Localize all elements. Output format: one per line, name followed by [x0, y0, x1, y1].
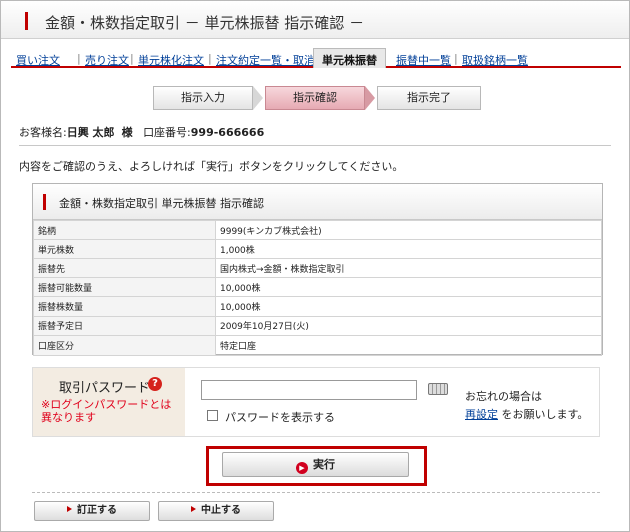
instruction-detail-panel: 金額・株数指定取引 単元株振替 指示確認 銘柄 9999(キンカブ株式会社) 単元… — [32, 183, 603, 356]
account-number: 999-666666 — [190, 126, 265, 139]
detail-table: 銘柄 9999(キンカブ株式会社) 単元株数 1,000株 振替先 国内株式→金額・株… — [33, 220, 602, 356]
navigation-tabs: 買い注文 | 売り注文 | 単元株化注文 | 注文約定一覧・取消 単元株振替 振… — [11, 48, 621, 68]
tab-handled-stocks[interactable]: 取扱銘柄一覧 — [462, 52, 528, 68]
step-complete: 指示完了 — [377, 86, 481, 110]
tab-transfer-list[interactable]: 振替中一覧 — [396, 52, 451, 68]
header-accent-bar — [25, 12, 28, 30]
trading-password-panel: 取引パスワード ? ※ログインパスワードとは異なります パスワードを表示する お… — [32, 367, 600, 437]
table-row: 振替可能数量 10,000株 — [33, 277, 602, 297]
correct-button-label: 訂正する — [77, 505, 117, 516]
password-title: 取引パスワード — [59, 381, 151, 396]
execute-button[interactable]: ▶ 実行 — [222, 452, 409, 477]
help-icon[interactable]: ? — [148, 377, 162, 391]
show-password-label: パスワードを表示する — [225, 411, 335, 424]
arrow-right-icon — [191, 506, 196, 512]
customer-honorific: 様 — [121, 126, 133, 139]
customer-info: お客様名:日興 太郎 様 口座番号:999-666666 — [19, 124, 264, 140]
correct-button[interactable]: 訂正する — [34, 501, 150, 521]
password-label-cell: 取引パスワード ? ※ログインパスワードとは異なります — [33, 368, 185, 436]
tab-separator: | — [454, 52, 458, 65]
page-header: 金額・株数指定取引 － 単元株振替 指示確認 － — [1, 1, 629, 39]
account-number-label: 口座番号: — [143, 126, 191, 139]
customer-name-label: お客様名: — [19, 126, 67, 139]
table-row: 口座区分 特定口座 — [33, 335, 602, 356]
divider — [19, 145, 611, 146]
tab-separator: | — [77, 52, 81, 65]
confirmation-instruction: 内容をご確認のうえ、よろしければ「実行」ボタンをクリックしてください。 — [19, 160, 404, 173]
step-input: 指示入力 — [153, 86, 263, 110]
table-row: 振替株数量 10,000株 — [33, 296, 602, 317]
step-confirm: 指示確認 — [265, 86, 375, 110]
tab-separator: | — [130, 52, 134, 65]
detail-accent-bar — [43, 194, 46, 210]
cancel-button-label: 中止する — [201, 505, 241, 516]
detail-header: 金額・株数指定取引 単元株振替 指示確認 — [33, 184, 602, 220]
table-row: 単元株数 1,000株 — [33, 239, 602, 259]
detail-title: 金額・株数指定取引 単元株振替 指示確認 — [59, 197, 264, 210]
table-row: 銘柄 9999(キンカブ株式会社) — [33, 220, 602, 240]
table-row: 振替先 国内株式→金額・株数指定取引 — [33, 258, 602, 278]
play-icon: ▶ — [296, 462, 308, 474]
reset-password-link[interactable]: 再設定 — [465, 408, 498, 421]
tab-unit-share-transfer[interactable]: 単元株振替 — [313, 48, 386, 68]
arrow-right-icon — [67, 506, 72, 512]
show-password-checkbox[interactable] — [207, 410, 218, 421]
cancel-button[interactable]: 中止する — [158, 501, 274, 521]
page-title: 金額・株数指定取引 － 単元株振替 指示確認 － — [45, 14, 365, 32]
tab-buy-order[interactable]: 買い注文 — [16, 52, 60, 68]
tab-separator: | — [208, 52, 212, 65]
dashed-divider — [32, 492, 600, 493]
tab-unit-share-order[interactable]: 単元株化注文 — [138, 52, 204, 68]
forgot-password-text: お忘れの場合は — [465, 390, 542, 403]
reset-password-row: 再設定 をお願いします。 — [465, 406, 588, 422]
customer-name: 日興 太郎 — [66, 126, 115, 139]
table-row: 振替予定日 2009年10月27日(火) — [33, 315, 602, 336]
tab-order-list-cancel[interactable]: 注文約定一覧・取消 — [216, 52, 315, 68]
tab-sell-order[interactable]: 売り注文 — [85, 52, 129, 68]
software-keyboard-icon[interactable] — [428, 383, 448, 395]
password-note: ※ログインパスワードとは異なります — [41, 398, 172, 424]
reset-password-suffix: をお願いします。 — [501, 408, 589, 421]
confirmation-window: 金額・株数指定取引 － 単元株振替 指示確認 － 買い注文 | 売り注文 | 単… — [0, 0, 630, 532]
trading-password-input[interactable] — [201, 380, 417, 400]
execute-button-label: 実行 — [313, 458, 335, 471]
